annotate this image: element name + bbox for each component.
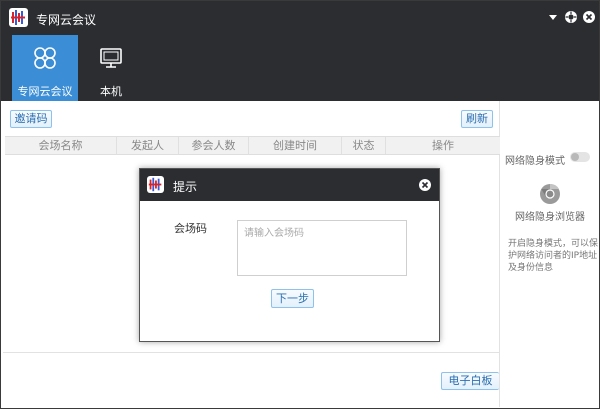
meeting-table-header: 会场名称 发起人 参会人数 创建时间 状态 操作 (5, 136, 500, 155)
meeting-cluster-icon (32, 45, 58, 74)
incognito-mode-label: 网络隐身模式 (505, 156, 565, 167)
invite-code-button[interactable]: 邀请码 (10, 110, 52, 128)
next-step-button[interactable]: 下一步 (271, 289, 314, 308)
column-header-actions[interactable]: 操作 (386, 137, 500, 154)
column-header-attendees[interactable]: 参会人数 (179, 137, 249, 154)
tab-local[interactable]: 本机 (83, 35, 139, 101)
settings-icon[interactable] (564, 10, 578, 24)
window-title: 专网云会议 (36, 13, 97, 27)
title-bar: 专网云会议 (1, 1, 599, 35)
incognito-browser-label[interactable]: 网络隐身浏览器 (501, 208, 599, 223)
incognito-description: 开启隐身模式，可以保护网络访问者的IP地址及身份信息 (508, 239, 599, 273)
tab-label: 本机 (100, 85, 122, 98)
dialog-title: 提示 (173, 180, 198, 194)
column-header-status[interactable]: 状态 (342, 137, 386, 154)
refresh-button[interactable]: 刷新 (461, 110, 493, 128)
whiteboard-button[interactable]: 电子白板 (441, 372, 499, 390)
nav-bar: 专网云会议 本机 (1, 35, 599, 101)
privacy-panel: 网络隐身模式 网络隐身浏览器 开启隐身模式，可以保护网络访问者的IP地址及身份信… (501, 101, 599, 407)
meeting-code-input[interactable] (237, 220, 407, 276)
divider (3, 352, 500, 353)
incognito-mode-toggle[interactable] (570, 152, 590, 162)
monitor-icon (98, 45, 124, 74)
tab-cloud-meeting[interactable]: 专网云会议 (12, 35, 78, 101)
dialog-title-bar: 提示 (140, 169, 439, 201)
close-icon[interactable] (582, 10, 596, 24)
app-logo-icon (147, 176, 164, 193)
prompt-dialog: 提示 会场码 下一步 (139, 168, 440, 342)
meeting-code-label: 会场码 (174, 222, 207, 235)
dropdown-menu-icon[interactable] (546, 10, 560, 24)
dialog-close-icon[interactable] (418, 178, 432, 192)
toggle-knob (571, 153, 579, 161)
column-header-host[interactable]: 发起人 (117, 137, 179, 154)
chrome-icon[interactable] (539, 183, 561, 205)
tab-label: 专网云会议 (17, 85, 73, 98)
column-header-created-time[interactable]: 创建时间 (249, 137, 342, 154)
column-header-name[interactable]: 会场名称 (5, 137, 117, 154)
app-logo-icon (9, 8, 28, 27)
app-window: 专网云会议 专网云会议 本机 邀请码 刷新 会场名称 发起人 参会人数 创建时间… (0, 0, 600, 409)
